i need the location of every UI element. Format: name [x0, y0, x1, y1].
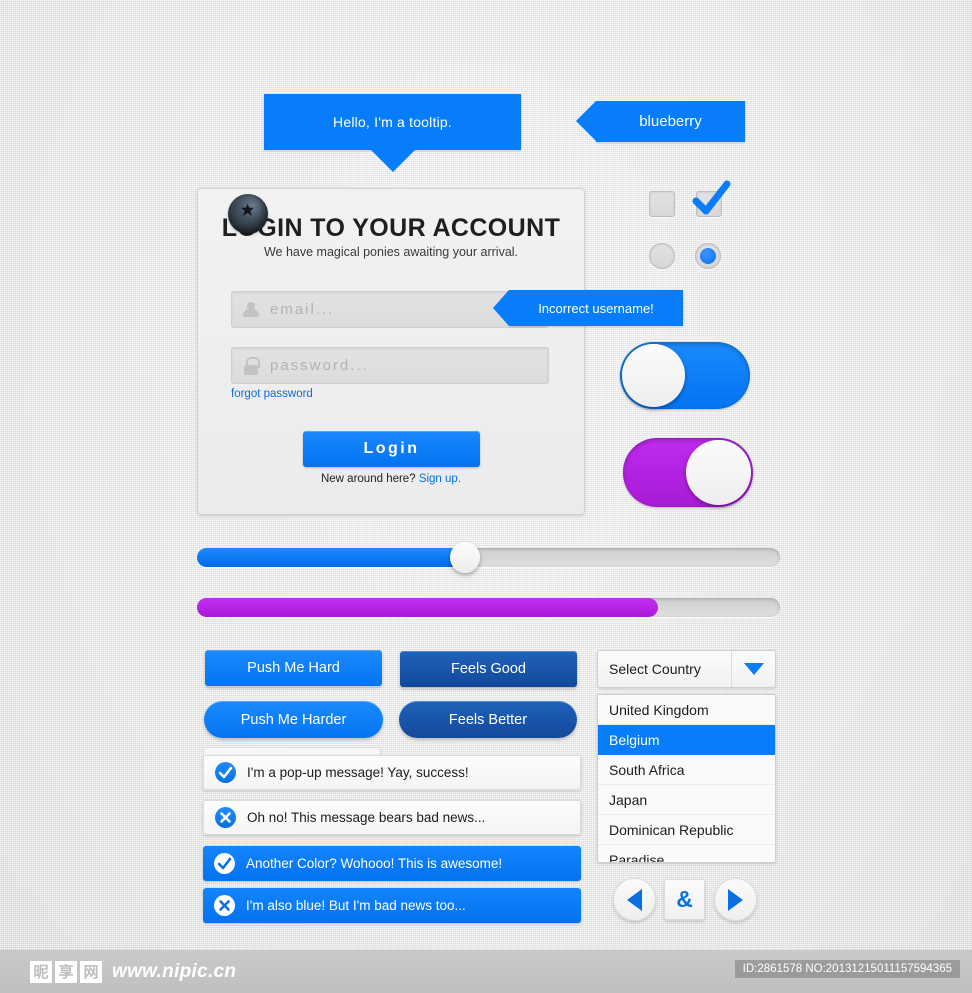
alert-text: Oh no! This message bears bad news... — [247, 810, 486, 825]
pager-middle-button[interactable]: & — [664, 879, 705, 920]
toggle-switch-purple[interactable] — [623, 438, 753, 507]
blueberry-icon — [228, 194, 268, 234]
progress-bar-purple[interactable] — [197, 598, 780, 617]
feels-good-button[interactable]: Feels Good — [400, 651, 577, 687]
alert-message: I'm also blue! But I'm bad news too... — [203, 888, 581, 923]
email-placeholder: email... — [270, 301, 335, 318]
login-panel: LOGIN TO YOUR ACCOUNT We have magical po… — [197, 188, 585, 515]
triangle-right-icon — [728, 888, 743, 911]
push-me-hard-button[interactable]: Push Me Hard — [205, 650, 382, 686]
slider-fill — [197, 548, 466, 567]
country-option[interactable]: South Africa — [598, 755, 775, 785]
login-subtitle: We have magical ponies awaiting your arr… — [263, 245, 519, 259]
alert-message: Another Color? Wohooo! This is awesome! — [203, 846, 581, 881]
slider-blue[interactable] — [197, 542, 780, 573]
checkbox-checked[interactable] — [696, 191, 722, 217]
tooltip-text: Hello, I'm a tooltip. — [333, 114, 452, 130]
alert-text: Another Color? Wohooo! This is awesome! — [246, 856, 503, 871]
lock-icon — [242, 356, 260, 375]
tooltip-bubble: Hello, I'm a tooltip. — [264, 94, 521, 150]
user-icon — [242, 301, 260, 319]
country-select-label: Select Country — [609, 661, 701, 677]
country-option-list[interactable]: United Kingdom Belgium South Africa Japan Do… — [597, 694, 776, 863]
cross-icon — [214, 895, 235, 916]
triangle-left-icon — [627, 888, 642, 911]
blueberry-tag: blueberry — [576, 101, 745, 142]
feels-better-button[interactable]: Feels Better — [399, 701, 577, 738]
brand-logo-char: 享 — [55, 960, 77, 983]
radio-selected[interactable] — [695, 243, 721, 269]
cross-icon — [215, 807, 236, 828]
progress-fill — [197, 598, 658, 617]
toggle-knob[interactable] — [686, 440, 751, 505]
password-field[interactable]: password... — [231, 347, 549, 384]
password-placeholder: password... — [270, 357, 369, 374]
pager-next-button[interactable] — [714, 878, 757, 921]
error-tooltip-text: Incorrect username! — [538, 300, 654, 316]
blueberry-tag-label: blueberry — [639, 113, 702, 130]
country-option[interactable]: Japan — [598, 785, 775, 815]
brand-logo-char: 网 — [80, 960, 102, 983]
country-option[interactable]: Belgium — [598, 725, 775, 755]
brand-logo-char: 昵 — [30, 960, 52, 983]
radio-unselected[interactable] — [649, 243, 675, 269]
footer-watermark-bar: 昵享网 www.nipic.cn ID:2861578 NO:201312150… — [0, 950, 972, 993]
brand-url: www.nipic.cn — [112, 960, 237, 982]
image-id-badge: ID:2861578 NO:20131215011157594365 — [734, 960, 960, 978]
country-select[interactable]: Select Country — [597, 650, 776, 688]
alert-text: I'm also blue! But I'm bad news too... — [246, 898, 466, 913]
check-icon — [214, 853, 235, 874]
brand-logo: 昵享网 — [30, 960, 102, 983]
toggle-knob[interactable] — [622, 344, 685, 407]
country-option[interactable]: Dominican Republic — [598, 815, 775, 845]
signup-prompt: New around here? Sign up. — [198, 473, 584, 485]
alert-text: I'm a pop-up message! Yay, success! — [247, 765, 469, 780]
alert-message: Oh no! This message bears bad news... — [203, 800, 581, 835]
pager-prev-button[interactable] — [613, 878, 656, 921]
push-me-harder-button[interactable]: Push Me Harder — [204, 701, 383, 738]
country-option[interactable]: United Kingdom — [598, 695, 775, 725]
country-option[interactable]: Paradise — [598, 845, 775, 862]
error-tooltip: Incorrect username! — [493, 290, 683, 326]
chevron-down-icon[interactable] — [731, 651, 775, 687]
signup-link[interactable]: Sign up. — [419, 473, 461, 485]
login-button[interactable]: Login — [303, 431, 480, 467]
forgot-password-link[interactable]: forgot password — [231, 388, 313, 400]
check-icon — [215, 762, 236, 783]
slider-handle[interactable] — [450, 542, 481, 573]
alert-message: I'm a pop-up message! Yay, success! — [203, 755, 581, 790]
checkbox-unchecked[interactable] — [649, 191, 675, 217]
signup-prompt-text: New around here? — [320, 473, 416, 485]
toggle-switch-blue[interactable] — [620, 342, 750, 409]
